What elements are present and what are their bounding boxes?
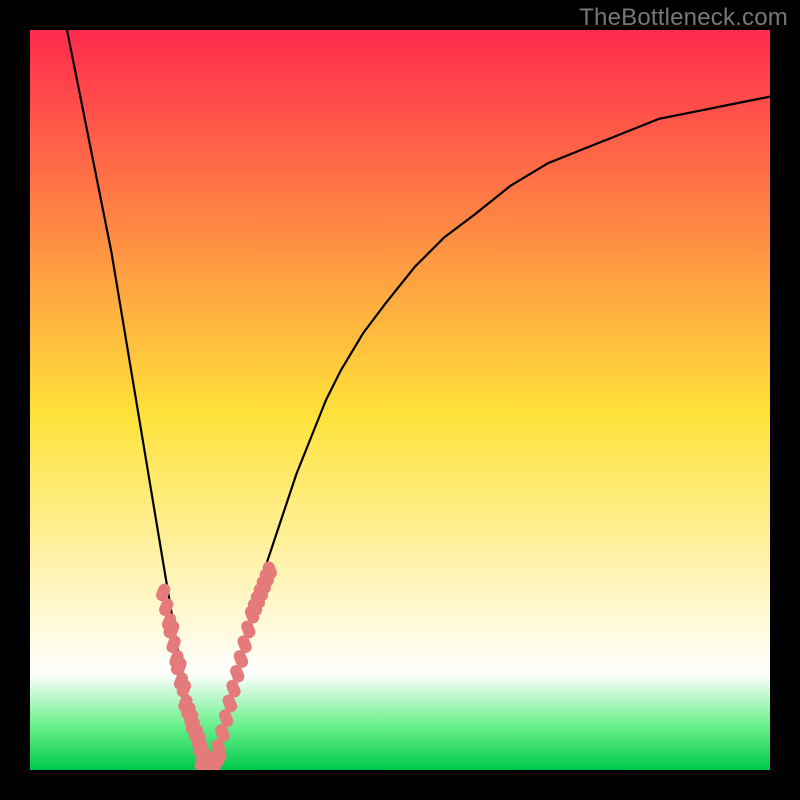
plot-area [30, 30, 770, 770]
chart-svg [30, 30, 770, 770]
watermark-text: TheBottleneck.com [579, 4, 788, 32]
gradient-background [30, 30, 770, 770]
chart-frame: TheBottleneck.com [0, 0, 800, 800]
